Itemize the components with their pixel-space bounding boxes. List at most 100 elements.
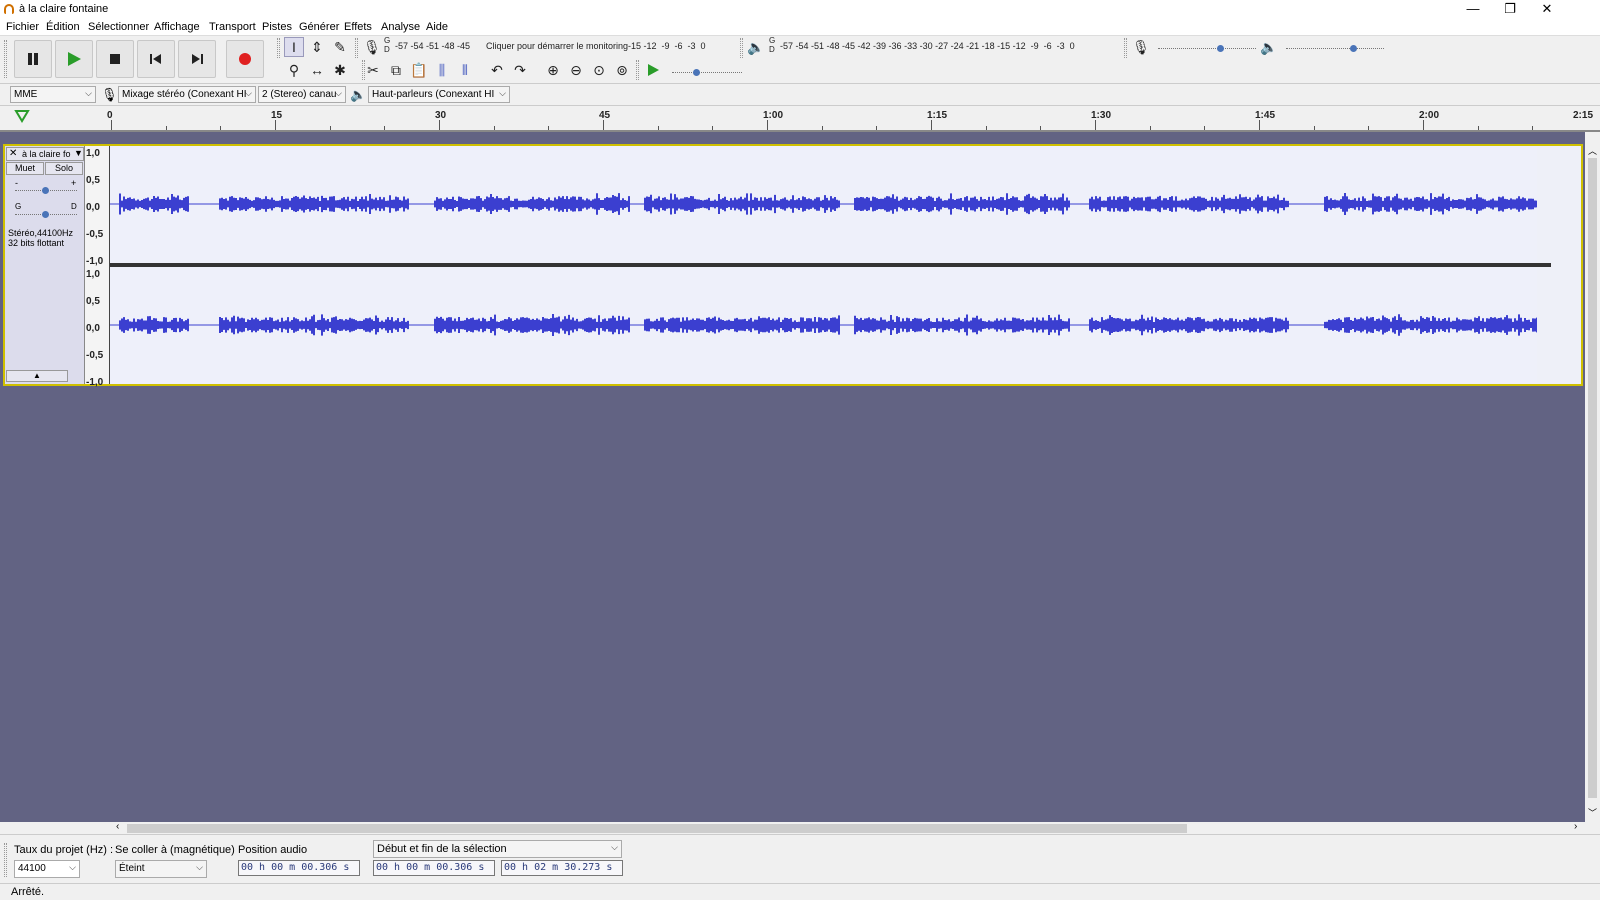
menu-pistes[interactable]: Pistes [262,21,292,33]
multi-tool-button[interactable]: ✱ [330,60,350,80]
channels-select[interactable]: 2 (Stereo) canau ⌵ [258,86,346,103]
project-rate-select[interactable]: 44100 ⌵ [14,860,80,878]
menu-effets[interactable]: Effets [344,21,372,33]
menu-analyse[interactable]: Analyse [381,21,420,33]
scroll-down-icon[interactable]: ﹀ [1588,806,1597,819]
skip-end-icon [192,54,203,64]
menu-edition[interactable]: Édition [46,21,80,33]
ruler-tick [767,120,768,130]
selection-end-field[interactable]: 00 h 02 m 30.273 s [501,860,623,876]
record-volume-thumb[interactable] [1217,45,1224,52]
redo-button[interactable]: ↷ [510,60,530,80]
selection-start-field[interactable]: 00 h 00 m 00.306 s [373,860,495,876]
copy-button[interactable]: ⧉ [386,60,406,80]
vertical-scroll-thumb[interactable] [1588,158,1597,798]
scroll-right-icon[interactable]: › [1574,821,1577,832]
undo-button[interactable]: ↶ [487,60,507,80]
play-volume-slider[interactable] [1286,48,1384,49]
pan-thumb[interactable] [42,211,49,218]
scroll-left-icon[interactable]: ‹ [116,821,119,832]
ruler-tick [1313,126,1315,130]
silence-button[interactable]: ⫴ [455,60,475,80]
selection-toolbar: Taux du projet (Hz) : 44100 ⌵ Se coller à… [0,834,1600,883]
time-shift-tool-button[interactable]: ↔ [307,60,327,80]
solo-button[interactable]: Solo [45,162,83,175]
toolbar-grip[interactable] [4,843,7,877]
mute-button[interactable]: Muet [6,162,44,175]
skip-to-start-button[interactable] [137,40,175,78]
play-volume-thumb[interactable] [1350,45,1357,52]
menu-affichage[interactable]: Affichage [154,21,200,33]
paste-button[interactable]: 📋 [409,60,429,80]
skip-to-end-button[interactable] [178,40,216,78]
audacity-logo-icon [4,4,14,14]
trim-button[interactable]: ⫼ [432,60,452,80]
menu-selectionner[interactable]: Sélectionner [88,21,149,33]
play-head-triangle-icon[interactable] [14,109,30,123]
selection-mode-select[interactable]: Début et fin de la sélection ⌵ [373,840,622,858]
play-button[interactable] [55,40,93,78]
timeline-ruler[interactable]: 0 15 30 45 1:00 1:15 1:30 1:45 2:00 2:15 [0,106,1600,132]
envelope-tool-button[interactable]: ⇕ [307,37,327,57]
record-button[interactable] [226,40,264,78]
draw-tool-button[interactable]: ✎ [330,37,350,57]
fit-project-button[interactable]: ⊚ [612,60,632,80]
audio-track[interactable]: ✕ à la claire fo ▼ Muet Solo - + G D Sté… [3,144,1583,388]
menu-fichier[interactable]: Fichier [6,21,39,33]
stop-button[interactable] [96,40,134,78]
vertical-scale-label: -1,0 [86,377,104,388]
play-meter-button[interactable]: 🔈 [746,37,766,57]
ruler-tick [603,120,604,130]
audio-position-field[interactable]: 00 h 00 m 00.306 s [238,860,360,876]
vertical-scale[interactable]: 1,0 0,5 0,0 -0,5 -1,0 1,0 0,5 0,0 -0,5 -1,0 [85,146,110,388]
record-meter-button[interactable]: 🎙 [362,37,382,57]
pause-button[interactable] [14,40,52,78]
ruler-tick [1040,126,1042,130]
magnifier-icon: ⚲ [288,61,300,78]
ruler-tick [384,126,386,130]
fit-selection-button[interactable]: ⊙ [589,60,609,80]
play-speed-slider[interactable] [672,72,742,73]
gain-thumb[interactable] [42,187,49,194]
vertical-scrollbar[interactable]: ︿ ﹀ [1585,144,1600,822]
menu-aide[interactable]: Aide [426,21,448,33]
toolbar-grip[interactable] [355,38,358,58]
cut-button[interactable]: ✂ [363,60,383,80]
horizontal-scrollbar[interactable]: ‹ › [0,821,1600,834]
zoom-out-button[interactable]: ⊖ [566,60,586,80]
selection-tool-button[interactable]: I [284,37,304,57]
ruler-tick [657,126,659,130]
ruler-tick [1423,120,1424,130]
play-at-speed-button[interactable] [643,60,663,80]
minimize-button[interactable]: — [1454,0,1492,19]
left-channel-waveform[interactable] [110,146,1537,263]
close-window-button[interactable]: ✕ [1528,0,1566,19]
close-track-icon[interactable]: ✕ [9,148,17,159]
playback-device-select[interactable]: Haut-parleurs (Conexant HI ⌵ [368,86,510,103]
zoom-in-button[interactable]: ⊕ [543,60,563,80]
audio-host-select[interactable]: MME ⌵ [10,86,96,103]
toolbar-grip[interactable] [636,60,639,80]
play-speed-thumb[interactable] [693,69,700,76]
restore-button[interactable]: ❐ [1491,0,1529,19]
record-volume-slider[interactable] [1158,48,1256,49]
zoom-tool-button[interactable]: ⚲ [284,60,304,80]
menu-transport[interactable]: Transport [209,21,256,33]
waveform-segment [1324,193,1537,215]
record-meter-channels: G D [384,36,391,54]
track-area[interactable]: ✕ à la claire fo ▼ Muet Solo - + G D Sté… [0,132,1585,822]
track-name-menu[interactable]: à la claire fo [22,149,71,159]
collapse-track-button[interactable]: ▲ [6,370,68,382]
right-channel-waveform[interactable] [110,267,1537,384]
record-meter-prompt[interactable]: Cliquer pour démarrer le monitoring [486,41,628,51]
scroll-up-icon[interactable]: ︿ [1588,144,1597,157]
toolbar-grip[interactable] [1124,38,1127,58]
snap-to-select[interactable]: Éteint ⌵ [115,860,207,878]
recording-device-select[interactable]: Mixage stéréo (Conexant HI ⌵ [118,86,256,103]
toolbar-grip[interactable] [4,40,7,78]
menu-generer[interactable]: Générer [299,21,339,33]
track-menu-arrow-icon[interactable]: ▼ [74,148,83,158]
toolbar-grip[interactable] [277,38,280,58]
horizontal-scroll-thumb[interactable] [127,824,1187,833]
toolbar-grip[interactable] [740,38,743,58]
